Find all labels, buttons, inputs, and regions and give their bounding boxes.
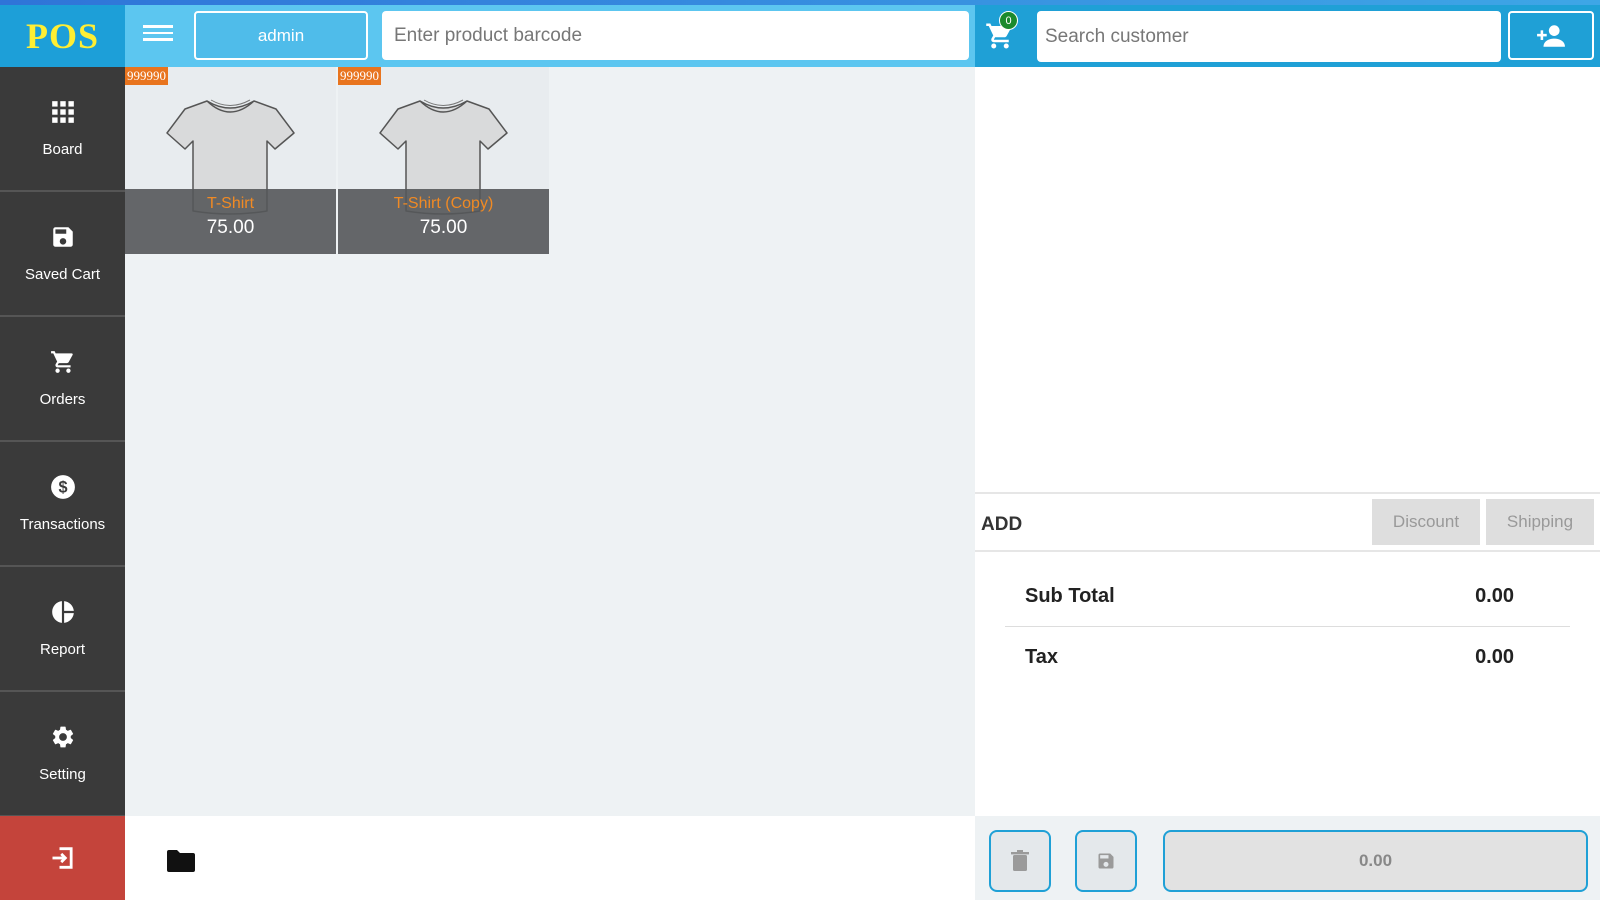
folder-icon[interactable]: [167, 850, 195, 872]
product-price: 75.00: [206, 217, 255, 238]
sidebar-item-label: Setting: [39, 766, 86, 783]
barcode-input[interactable]: [382, 11, 969, 60]
product-price: 75.00: [419, 217, 468, 238]
trash-icon: [1011, 850, 1029, 871]
product-info: T-Shirt (Copy) 75.00: [338, 189, 549, 254]
discount-button[interactable]: Discount: [1372, 499, 1480, 545]
save-cart-button[interactable]: [1075, 830, 1137, 892]
dollar-icon: $: [50, 475, 75, 499]
sidebar-item-setting[interactable]: Setting: [0, 692, 125, 817]
hamburger-icon-line: [143, 38, 173, 41]
category-bar: [125, 816, 975, 900]
subtotal-row: Sub Total 0.00: [1005, 567, 1570, 627]
save-icon: [1098, 853, 1114, 869]
sidebar-item-orders[interactable]: Orders: [0, 317, 125, 442]
sidebar-item-label: Transactions: [19, 516, 106, 533]
logout-button[interactable]: [0, 816, 125, 900]
sidebar-item-label: Saved Cart: [24, 266, 101, 283]
tax-row: Tax 0.00: [1005, 627, 1570, 687]
product-info: T-Shirt 75.00: [125, 189, 336, 254]
svg-text:$: $: [58, 478, 67, 496]
product-grid: 999990 T-Shirt 75.00 999990 T-Shirt (Cop…: [125, 67, 975, 816]
sidebar-item-board[interactable]: Board: [0, 67, 125, 192]
app-logo: POS: [0, 5, 125, 67]
sidebar-item-report[interactable]: Report: [0, 567, 125, 692]
user-button[interactable]: admin: [194, 11, 368, 60]
product-name: T-Shirt (Copy): [393, 195, 494, 212]
product-card[interactable]: 999990 T-Shirt (Copy) 75.00: [338, 67, 549, 254]
grid-icon: [51, 101, 74, 123]
logout-icon: [52, 847, 73, 869]
sidebar: POS Board Saved Cart Orders $ Transactio…: [0, 5, 125, 900]
hamburger-icon-line: [143, 31, 173, 34]
top-bar: admin: [125, 5, 975, 67]
menu-button[interactable]: [143, 21, 173, 49]
sidebar-item-label: Report: [39, 641, 86, 658]
cart-totals: Sub Total 0.00 Tax 0.00: [1005, 567, 1570, 687]
sidebar-item-saved-cart[interactable]: Saved Cart: [0, 192, 125, 317]
sidebar-item-transactions[interactable]: $ Transactions: [0, 442, 125, 567]
shipping-button[interactable]: Shipping: [1486, 499, 1594, 545]
sidebar-item-label: Orders: [39, 391, 86, 408]
cart-count-badge: 0: [999, 11, 1018, 30]
save-icon: [52, 227, 73, 247]
product-name: T-Shirt: [206, 195, 255, 212]
add-user-icon: [1537, 24, 1565, 47]
customer-search-input[interactable]: [1037, 11, 1501, 62]
subtotal-label: Sub Total: [1025, 585, 1115, 607]
product-code: 999990: [338, 67, 381, 85]
subtotal-value: 0.00: [1475, 585, 1514, 607]
product-card[interactable]: 999990 T-Shirt 75.00: [125, 67, 336, 254]
hamburger-icon-line: [143, 25, 173, 28]
cart-add-row: ADD Discount Shipping: [975, 492, 1600, 552]
cart-actions: 0.00: [975, 816, 1600, 900]
tax-label: Tax: [1025, 645, 1058, 668]
cart-items-list: [975, 67, 1600, 492]
sidebar-item-label: Board: [42, 141, 83, 158]
add-customer-button[interactable]: [1508, 11, 1594, 60]
product-code: 999990: [125, 67, 168, 85]
add-label: ADD: [981, 514, 1023, 535]
gear-icon: [52, 726, 73, 748]
cart-icon: [50, 351, 73, 373]
tax-value: 0.00: [1475, 645, 1514, 668]
clear-cart-button[interactable]: [989, 830, 1051, 892]
cart-header: 0: [975, 5, 1600, 67]
pay-button[interactable]: 0.00: [1163, 830, 1588, 892]
pie-chart-icon: [51, 601, 74, 623]
cart-panel: ADD Discount Shipping Sub Total 0.00 Tax…: [975, 67, 1600, 816]
